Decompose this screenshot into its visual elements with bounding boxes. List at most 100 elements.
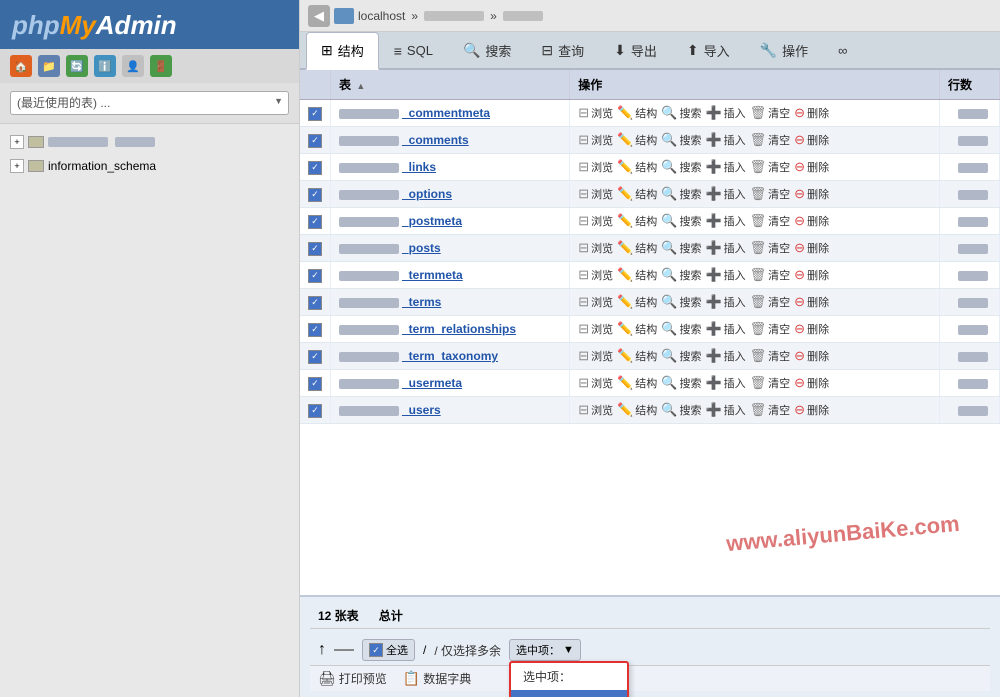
search-link[interactable]: 🔍搜索 — [661, 132, 701, 148]
empty-link[interactable]: 🗑清空 — [750, 294, 791, 310]
structure-link[interactable]: ✏️结构 — [617, 348, 657, 364]
empty-link[interactable]: 🗑清空 — [750, 132, 791, 148]
row-checkbox[interactable]: ✓ — [308, 107, 322, 121]
row-checkbox[interactable]: ✓ — [308, 404, 322, 418]
search-link[interactable]: 🔍搜索 — [661, 294, 701, 310]
exit-icon[interactable]: 🚪 — [150, 55, 172, 77]
table-name-link[interactable]: _term_taxonomy — [402, 349, 498, 363]
insert-link[interactable]: ➕插入 — [705, 294, 745, 310]
with-selected-btn[interactable]: 选中项： ▼ — [509, 639, 581, 661]
structure-link[interactable]: ✏️结构 — [617, 105, 657, 121]
empty-link[interactable]: 🗑清空 — [750, 348, 791, 364]
tab-search[interactable]: 🔍 搜索 — [448, 32, 526, 68]
delete-link[interactable]: ⊖删除 — [794, 105, 829, 121]
empty-link[interactable]: 🗑清空 — [750, 159, 791, 175]
search-link[interactable]: 🔍搜索 — [661, 348, 701, 364]
empty-link[interactable]: 🗑清空 — [750, 375, 791, 391]
table-name-link[interactable]: _options — [402, 187, 452, 201]
user-icon[interactable]: 👤 — [122, 55, 144, 77]
table-name-link[interactable]: _usermeta — [402, 376, 462, 390]
table-name-link[interactable]: _termmeta — [402, 268, 463, 282]
structure-link[interactable]: ✏️结构 — [617, 375, 657, 391]
search-link[interactable]: 🔍搜索 — [661, 240, 701, 256]
empty-link[interactable]: 🗑清空 — [750, 213, 791, 229]
tab-sql[interactable]: ≡ SQL — [379, 32, 448, 68]
browse-link[interactable]: ⊟浏览 — [578, 267, 613, 283]
table-name-link[interactable]: _posts — [402, 241, 441, 255]
empty-link[interactable]: 🗑清空 — [750, 186, 791, 202]
browse-link[interactable]: ⊟浏览 — [578, 186, 613, 202]
empty-link[interactable]: 🗑清空 — [750, 267, 791, 283]
insert-link[interactable]: ➕插入 — [705, 240, 745, 256]
data-dict-link[interactable]: 📋 数据字典 — [403, 670, 471, 687]
delete-link[interactable]: ⊖删除 — [794, 402, 829, 418]
delete-link[interactable]: ⊖删除 — [794, 132, 829, 148]
search-link[interactable]: 🔍搜索 — [661, 402, 701, 418]
dropdown-item-export[interactable]: 导出 — [511, 690, 627, 697]
row-checkbox[interactable]: ✓ — [308, 188, 322, 202]
search-link[interactable]: 🔍搜索 — [661, 375, 701, 391]
search-link[interactable]: 🔍搜索 — [661, 105, 701, 121]
tab-more[interactable]: ∞ — [823, 32, 862, 68]
db-expand-btn[interactable]: + — [10, 135, 24, 149]
insert-link[interactable]: ➕插入 — [705, 375, 745, 391]
browse-link[interactable]: ⊟浏览 — [578, 213, 613, 229]
table-name-link[interactable]: _links — [402, 160, 436, 174]
browse-link[interactable]: ⊟浏览 — [578, 159, 613, 175]
delete-link[interactable]: ⊖删除 — [794, 267, 829, 283]
structure-link[interactable]: ✏️结构 — [617, 402, 657, 418]
delete-link[interactable]: ⊖删除 — [794, 213, 829, 229]
browse-link[interactable]: ⊟浏览 — [578, 294, 613, 310]
delete-link[interactable]: ⊖删除 — [794, 321, 829, 337]
refresh-icon[interactable]: 🔄 — [66, 55, 88, 77]
db-expand-btn2[interactable]: + — [10, 159, 24, 173]
delete-link[interactable]: ⊖删除 — [794, 348, 829, 364]
browse-link[interactable]: ⊟浏览 — [578, 321, 613, 337]
delete-link[interactable]: ⊖删除 — [794, 240, 829, 256]
insert-link[interactable]: ➕插入 — [705, 348, 745, 364]
tab-import[interactable]: ⬆ 导入 — [672, 32, 745, 68]
insert-link[interactable]: ➕插入 — [705, 105, 745, 121]
search-link[interactable]: 🔍搜索 — [661, 186, 701, 202]
table-name-link[interactable]: _terms — [402, 295, 441, 309]
structure-link[interactable]: ✏️结构 — [617, 294, 657, 310]
table-name-link[interactable]: _commentmeta — [402, 106, 490, 120]
browse-link[interactable]: ⊟浏览 — [578, 375, 613, 391]
row-checkbox[interactable]: ✓ — [308, 377, 322, 391]
delete-link[interactable]: ⊖删除 — [794, 294, 829, 310]
structure-link[interactable]: ✏️结构 — [617, 321, 657, 337]
table-name-link[interactable]: _comments — [402, 133, 469, 147]
browse-link[interactable]: ⊟浏览 — [578, 132, 613, 148]
empty-link[interactable]: 🗑清空 — [750, 321, 791, 337]
home-icon[interactable]: 🏠 — [10, 55, 32, 77]
table-name-link[interactable]: _users — [402, 403, 441, 417]
structure-link[interactable]: ✏️结构 — [617, 186, 657, 202]
insert-link[interactable]: ➕插入 — [705, 321, 745, 337]
search-link[interactable]: 🔍搜索 — [661, 267, 701, 283]
structure-link[interactable]: ✏️结构 — [617, 213, 657, 229]
table-name-link[interactable]: _term_relationships — [402, 322, 516, 336]
db-select[interactable]: (最近使用的表) ... — [10, 91, 289, 115]
delete-link[interactable]: ⊖删除 — [794, 159, 829, 175]
empty-link[interactable]: 🗑清空 — [750, 240, 791, 256]
db-item-blurred[interactable]: + — [6, 132, 293, 152]
row-checkbox[interactable]: ✓ — [308, 161, 322, 175]
db-item-information-schema[interactable]: + information_schema — [6, 156, 293, 176]
row-checkbox[interactable]: ✓ — [308, 323, 322, 337]
select-all-checkbox[interactable]: ✓ — [369, 643, 383, 657]
row-checkbox[interactable]: ✓ — [308, 134, 322, 148]
select-all-btn[interactable]: ✓ 全选 — [362, 639, 415, 661]
browse-link[interactable]: ⊟浏览 — [578, 105, 613, 121]
row-checkbox[interactable]: ✓ — [308, 269, 322, 283]
delete-link[interactable]: ⊖删除 — [794, 375, 829, 391]
tab-operations[interactable]: 🔧 操作 — [745, 32, 823, 68]
structure-link[interactable]: ✏️结构 — [617, 267, 657, 283]
empty-link[interactable]: 🗑清空 — [750, 402, 791, 418]
delete-link[interactable]: ⊖删除 — [794, 186, 829, 202]
print-preview-link[interactable]: 🖨 打印预览 — [318, 670, 387, 687]
empty-link[interactable]: 🗑清空 — [750, 105, 791, 121]
row-checkbox[interactable]: ✓ — [308, 242, 322, 256]
info-icon[interactable]: ℹ️ — [94, 55, 116, 77]
dropdown-item-selected-header[interactable]: 选中项： — [511, 663, 627, 690]
structure-link[interactable]: ✏️结构 — [617, 159, 657, 175]
